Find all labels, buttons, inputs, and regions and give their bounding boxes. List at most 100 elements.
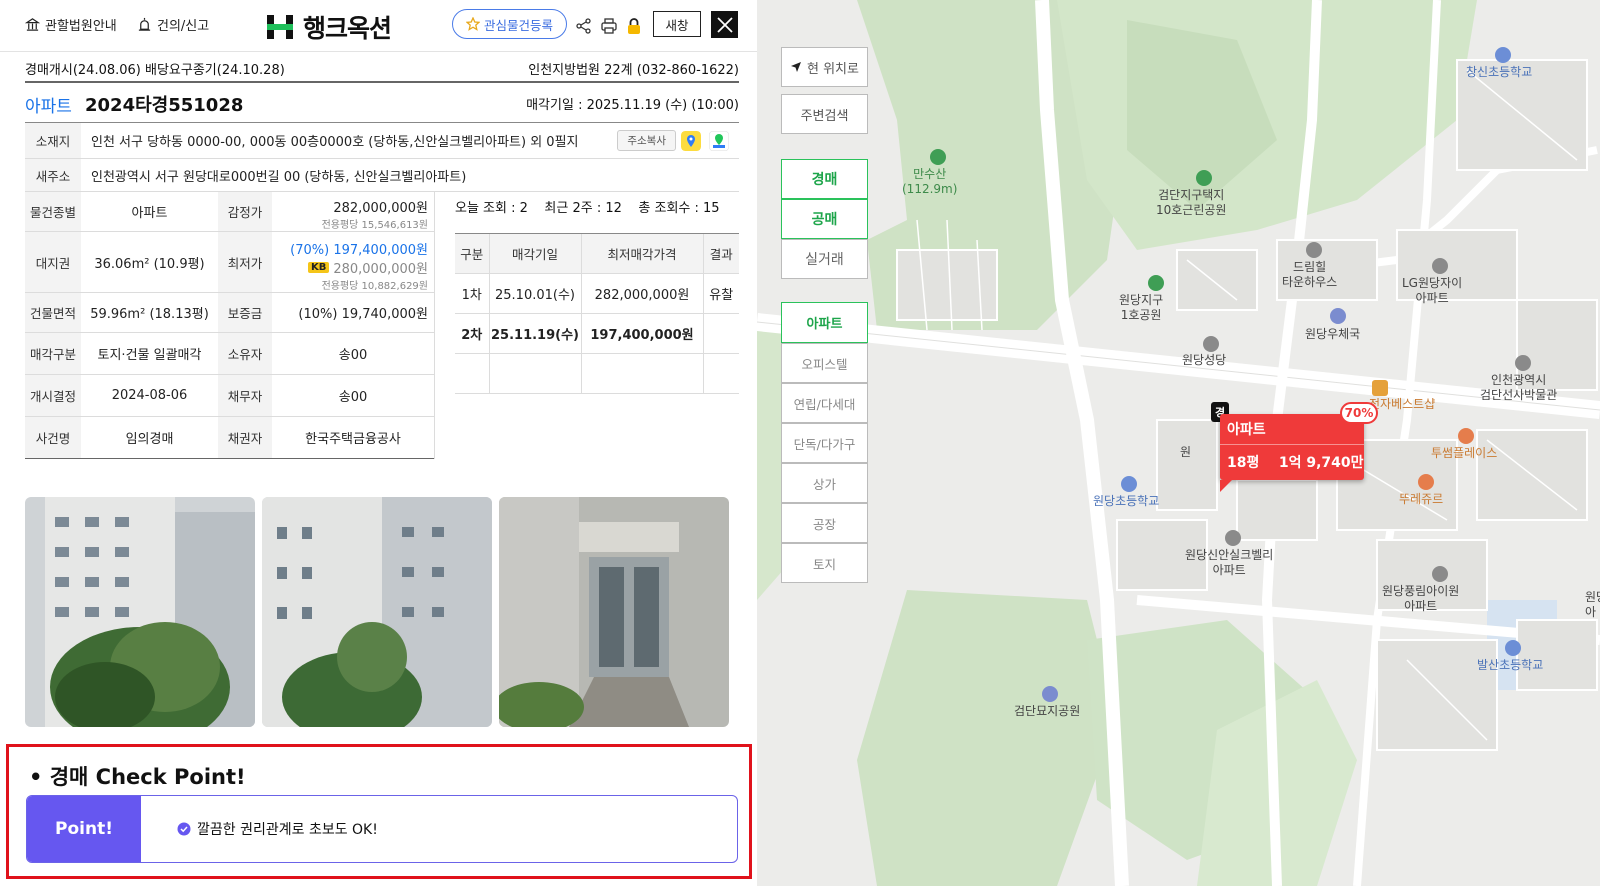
nearby-search-button[interactable]: 주변검색 [781,94,868,134]
brand-mark-icon [265,12,295,42]
type-filter-store[interactable]: 상가 [781,463,868,503]
current-location-label: 현 위치로 [807,61,859,77]
school-icon [1505,640,1521,656]
print-icon[interactable] [600,17,618,35]
history-header: 구분 [455,233,489,274]
round-cell: 2차 [455,313,489,354]
cemetery-icon [1042,686,1058,702]
min-price-value: (70%) 197,400,000원 [290,243,428,258]
creditor-value: 한국주택금융공사 [272,417,434,459]
building-icon [1306,242,1322,258]
map-label-balsan: 발산초등학교 [1477,658,1544,672]
point-item: 깔끔한 권리관계로 초보도 OK! [177,819,378,839]
bakery-icon [1418,474,1434,490]
point-box: Point! 깔끔한 권리관계로 초보도 OK! [26,795,738,863]
creditor-label: 채권자 [218,417,272,459]
mountain-icon [930,149,946,165]
navigation-arrow-icon [791,62,801,72]
min-price-label: 최저가 [218,232,272,293]
new-window-button[interactable]: 새창 [653,11,701,37]
favorite-label: 관심물건등록 [483,17,553,33]
min-price-cell: (70%) 197,400,000원 KB 280,000,000원 전용평당 … [272,232,434,293]
property-photo[interactable] [25,497,255,727]
court-info: 인천지방법원 22계 (032-860-1622) [528,63,739,78]
price-cell: 197,400,000원 [580,313,703,354]
real-transaction-filter-button[interactable]: 실거래 [781,239,868,279]
map-label-post: 원당우체국 [1305,327,1361,341]
result-cell [702,313,739,354]
view-count: 오늘 조회 : 2 최근 2주 : 12 총 조회수 : 15 [455,201,720,216]
suggest-link[interactable]: 건의/신고 [137,15,209,34]
map-view[interactable]: 현 위치로 주변검색 경매 공매 실거래 아파트 오피스텔 연립/다세대 단독/… [757,0,1600,886]
map-label-wondang-school: 원당초등학교 [1093,494,1160,508]
type-value: 아파트 [81,192,218,232]
new-address-value: 인천광역시 서구 원당대로000번길 00 (당하동, 신안실크벨리아파트) [91,169,467,185]
type-filter-apartment[interactable]: 아파트 [781,302,868,343]
decision-value: 2024-08-06 [81,375,218,417]
deposit-label: 보증금 [218,293,272,333]
type-filter-officetel[interactable]: 오피스텔 [781,343,868,383]
min-price-sub: 전용평당 10,882,629원 [321,281,428,292]
marker-percent-badge: 70% [1340,402,1378,424]
new-address-label: 새주소 [25,159,81,191]
check-point-title: • 경매 Check Point! [29,765,246,789]
kb-price-row: KB 280,000,000원 [307,258,428,277]
brand-name: 행크옥션 [303,14,392,43]
copy-address-button[interactable]: 주소복사 [617,130,676,151]
public-sale-filter-button[interactable]: 공매 [781,199,868,239]
current-location-button[interactable]: 현 위치로 [781,47,868,87]
sale-history-table: 구분 매각기일 최저매각가격 결과 1차 25.10.01(수) 282,000… [455,233,739,394]
property-photo[interactable] [262,497,492,727]
kakao-map-icon[interactable] [681,131,701,151]
property-marker[interactable]: 아파트 18평 1억 9,740만 [1220,414,1364,492]
column-divider [434,192,435,459]
type-filter-land[interactable]: 토지 [781,543,868,583]
date-cell: 25.11.19(수) [488,313,581,354]
shopping-icon [1372,380,1388,396]
type-filter-factory[interactable]: 공장 [781,503,868,543]
naver-map-icon[interactable] [709,131,729,151]
map-label-cemetery: 검단묘지공원 [1014,704,1081,718]
case-title-row: 아파트 2024타경551028 매각기일 : 2025.11.19 (수) (… [25,90,739,118]
map-label-park1: 원당지구 1호공원 [1119,293,1164,322]
marker-type: 아파트 [1227,422,1266,438]
auction-filter-button[interactable]: 경매 [781,159,868,199]
sale-kind-label: 매각구분 [25,333,81,375]
post-office-icon [1330,308,1346,324]
auction-start-info: 경매개시(24.08.06) 배당요구종기(24.10.28) [25,63,285,78]
sale-history: 오늘 조회 : 2 최근 2주 : 12 총 조회수 : 15 구분 매각기일 … [455,197,739,394]
share-icon[interactable] [575,17,593,35]
result-cell: 유찰 [702,273,739,314]
map-label-wondang-apt: 원당신안실크벨리 아파트 [1185,548,1274,577]
area-label: 건물면적 [25,293,81,333]
case-number: 2024타경551028 [85,95,244,116]
kb-price: 280,000,000원 [333,262,428,277]
table-row: 2차 25.11.19(수) 197,400,000원 [455,313,739,354]
type-filter-villa[interactable]: 연립/다세대 [781,383,868,423]
map-label-museum: 인천광역시 검단선사박물관 [1480,373,1558,402]
type-filter-house[interactable]: 단독/다가구 [781,423,868,463]
table-row: 1차 25.10.01(수) 282,000,000원 유찰 [455,273,739,314]
court-guide-link[interactable]: 관할법원안내 [25,15,117,34]
address-row: 소재지 인천 서구 당하동 0000-00, 000동 00층0000호 (당하… [25,123,739,159]
marker-info: 18평 1억 9,740만 [1227,455,1364,471]
map-label-dreamhill: 드림힐 타운하우스 [1282,260,1338,289]
property-photo[interactable] [499,497,729,727]
marker-tail [1220,480,1232,492]
lock-icon[interactable] [625,17,643,35]
map-label-tous: 뚜레쥬르 [1399,492,1444,506]
divider [25,81,739,83]
map-label-lg: LG원당자이 아파트 [1402,276,1463,305]
close-button[interactable] [711,11,738,38]
top-bar: 관할법원안내 건의/신고 행크옥션 관심물건등록 새창 [0,0,757,52]
owner-label: 소유자 [218,333,272,375]
map-label-electro: 전자베스트샵 [1369,397,1436,411]
school-icon [1121,476,1137,492]
favorite-button[interactable]: 관심물건등록 [452,9,567,39]
siren-icon [138,17,151,31]
map-label-church: 원당성당 [1182,353,1227,367]
marker-divider [1220,444,1364,445]
brand-logo[interactable]: 행크옥션 [265,9,392,45]
decision-label: 개시결정 [25,375,81,417]
kb-badge: KB [307,262,330,273]
